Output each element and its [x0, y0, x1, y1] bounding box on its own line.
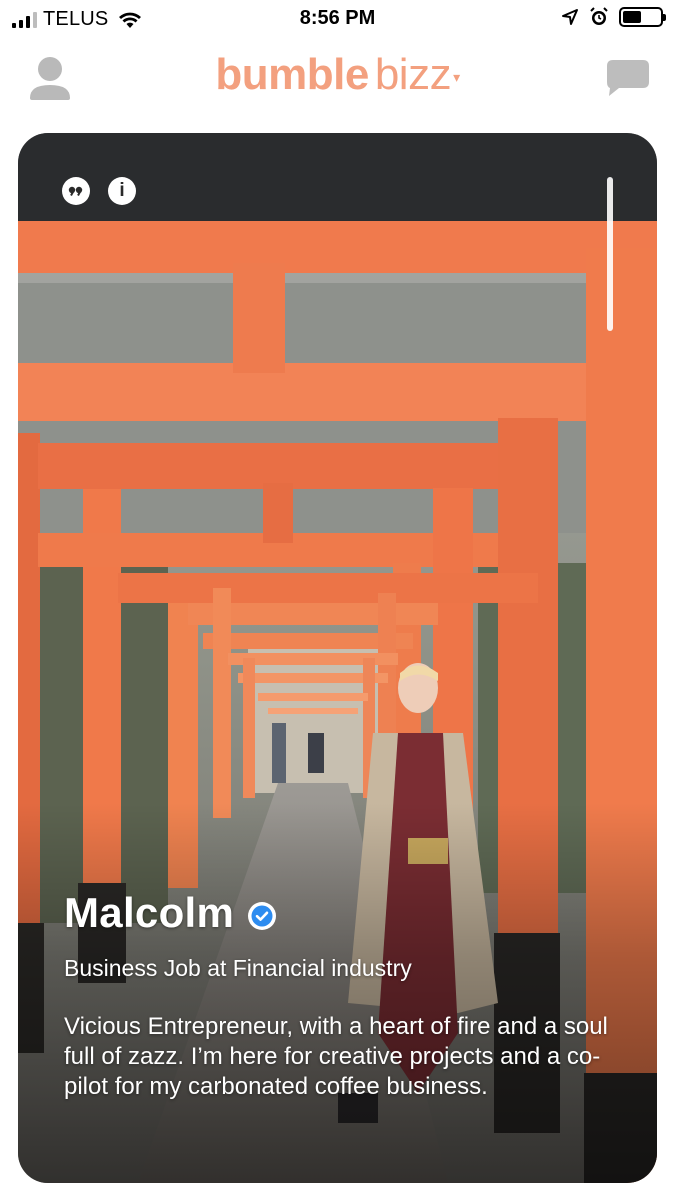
status-right — [561, 7, 666, 27]
chat-icon[interactable] — [607, 60, 649, 96]
logo-sub: bizz — [374, 50, 452, 99]
photo-progress-indicator — [607, 177, 613, 331]
battery-icon — [619, 7, 666, 27]
status-bar: TELUS 8:56 PM — [0, 0, 675, 36]
quote-icon[interactable] — [62, 177, 90, 205]
profile-card[interactable]: i Malcolm Business Job at Financial indu… — [18, 133, 657, 1183]
profile-bio: Vicious Entrepreneur, with a heart of fi… — [64, 1013, 608, 1100]
profile-job: Business Job at Financial industry — [64, 955, 412, 981]
card-top-icons: i — [62, 177, 136, 205]
alarm-icon — [590, 7, 608, 25]
logo-dropdown-icon[interactable]: ▾ — [453, 69, 460, 85]
profile-name: Malcolm — [64, 889, 235, 936]
top-navigation: bumble bizz ▾ — [0, 42, 675, 112]
verified-badge-icon[interactable] — [248, 902, 277, 930]
info-icon[interactable]: i — [108, 177, 136, 205]
app-logo: bumble bizz ▾ — [0, 50, 675, 100]
name-row: Malcolm — [64, 889, 627, 937]
profile-info: Malcolm Business Job at Financial indust… — [64, 889, 627, 1102]
logo-main: bumble — [215, 50, 369, 99]
location-arrow-icon — [562, 9, 578, 25]
